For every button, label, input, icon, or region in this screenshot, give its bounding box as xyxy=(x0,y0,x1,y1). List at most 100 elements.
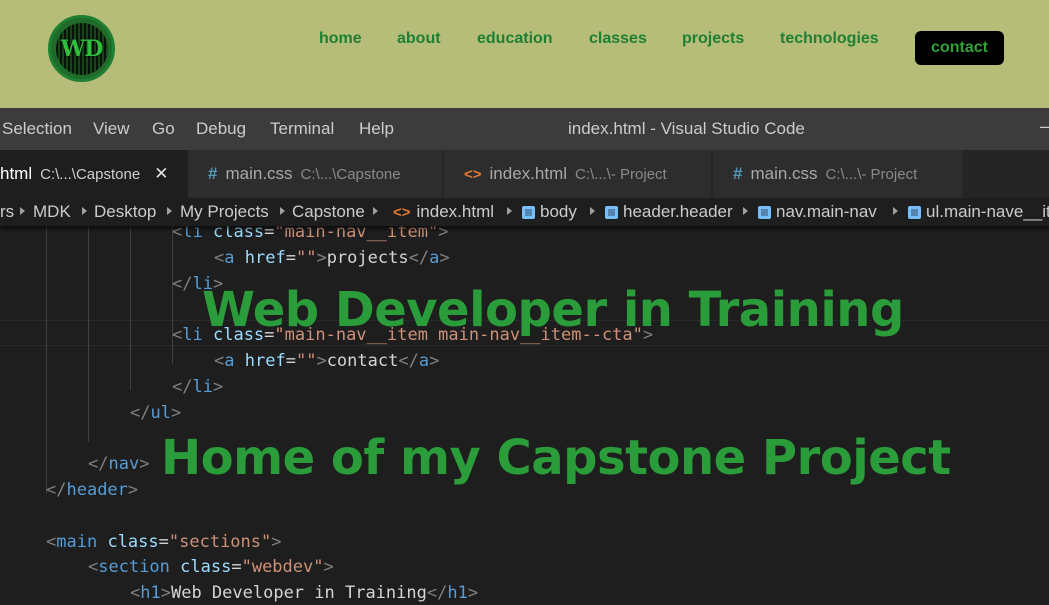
breadcrumb-label: body xyxy=(540,202,577,221)
tab-index-html-capstone[interactable]: html C:\...\Capstone ✕ xyxy=(0,150,190,198)
menu-go[interactable]: Go xyxy=(152,119,175,139)
code-line[interactable]: </header> xyxy=(46,477,138,503)
tab-label: index.html xyxy=(489,164,568,183)
chevron-right-icon xyxy=(373,207,378,215)
nav-link-home[interactable]: home xyxy=(319,30,362,48)
tab-main-css-project[interactable]: # main.css C:\...\- Project xyxy=(713,150,963,198)
code-token: Web Developer in Training xyxy=(170,583,427,604)
code-token: projects xyxy=(326,247,409,268)
code-token: main xyxy=(56,531,98,552)
code-token: header xyxy=(66,480,128,500)
breadcrumb-item[interactable]: Capstone xyxy=(292,202,365,222)
code-token: </ xyxy=(46,480,67,500)
site-header: WD home about education classes projects… xyxy=(0,0,1049,108)
chevron-right-icon xyxy=(167,207,172,215)
code-token: ul xyxy=(150,402,171,423)
contact-button[interactable]: contact xyxy=(915,31,1004,65)
tab-path: C:\...\- Project xyxy=(825,165,918,183)
hero-title: Web Developer in Training xyxy=(202,282,904,338)
nav-link-projects[interactable]: projects xyxy=(682,30,744,48)
breadcrumb-element[interactable]: header.header xyxy=(605,202,733,222)
code-token: </ xyxy=(172,273,193,294)
code-token: </ xyxy=(172,376,193,397)
tab-index-html-project[interactable]: <> index.html C:\...\- Project xyxy=(444,150,712,198)
breadcrumb-item[interactable]: rs xyxy=(0,202,14,222)
code-token: nav xyxy=(108,454,140,475)
code-token: a xyxy=(224,351,235,371)
nav-link-about[interactable]: about xyxy=(397,30,441,48)
breadcrumb-element[interactable]: ul.main-nave__it xyxy=(908,202,1049,222)
code-token: class xyxy=(212,226,265,242)
code-token: > xyxy=(316,247,327,268)
code-token: li xyxy=(182,226,203,242)
chevron-right-icon xyxy=(893,207,898,215)
code-token: class xyxy=(107,531,159,552)
html-icon: <> xyxy=(464,165,482,183)
breadcrumb-label: header.header xyxy=(623,202,733,221)
code-token: a xyxy=(418,351,430,371)
nav-link-classes[interactable]: classes xyxy=(589,30,647,48)
tab-label: html xyxy=(0,164,33,183)
code-token: > xyxy=(271,531,282,552)
menu-selection[interactable]: Selection xyxy=(2,119,72,139)
code-line[interactable]: <section class="webdev"> xyxy=(88,554,334,580)
code-token: = xyxy=(285,247,296,268)
element-cube-icon xyxy=(605,205,618,219)
nav-link-education[interactable]: education xyxy=(477,30,553,48)
tab-label: main.css xyxy=(750,164,818,183)
code-line[interactable]: <li class="main-nav__item"> xyxy=(172,226,448,245)
indent-guide xyxy=(88,226,89,442)
chevron-right-icon xyxy=(280,207,285,215)
tab-main-css-capstone[interactable]: # main.css C:\...\Capstone xyxy=(188,150,443,198)
code-line[interactable]: </nav> xyxy=(88,451,149,477)
close-icon[interactable]: ✕ xyxy=(154,164,168,184)
menu-view[interactable]: View xyxy=(93,119,130,139)
chevron-right-icon xyxy=(82,207,87,215)
logo[interactable]: WD xyxy=(48,15,115,82)
tab-path: C:\...\- Project xyxy=(575,165,667,183)
code-token: "webdev" xyxy=(241,557,324,578)
code-token: href xyxy=(244,247,286,268)
breadcrumb-label: index.html xyxy=(416,202,495,221)
nav-link-technologies[interactable]: technologies xyxy=(780,30,879,48)
chevron-right-icon xyxy=(743,207,748,215)
breadcrumb-item[interactable]: Desktop xyxy=(94,202,156,222)
code-line[interactable]: </li> xyxy=(172,374,223,400)
element-cube-icon xyxy=(758,205,771,219)
breadcrumb-file[interactable]: <> index.html xyxy=(393,202,494,222)
menu-terminal[interactable]: Terminal xyxy=(270,119,334,139)
code-token: < xyxy=(172,325,183,346)
code-token: > xyxy=(127,480,139,500)
breadcrumb-element[interactable]: nav.main-nav xyxy=(758,202,877,222)
breadcrumb-item[interactable]: MDK xyxy=(33,202,71,222)
code-token: = xyxy=(285,351,296,371)
minimize-icon[interactable]: – xyxy=(1040,116,1049,137)
menu-help[interactable]: Help xyxy=(359,119,394,139)
chevron-right-icon xyxy=(590,207,595,215)
code-token: < xyxy=(46,531,57,552)
code-line[interactable]: <a href="">projects</a> xyxy=(214,245,450,271)
code-line[interactable]: <h1>Web Developer in Training</h1> xyxy=(130,580,478,605)
menu-debug[interactable]: Debug xyxy=(196,119,246,139)
code-token: "" xyxy=(295,351,317,371)
code-token: li xyxy=(182,325,203,346)
tab-path: C:\...\Capstone xyxy=(40,165,141,183)
indent-guide xyxy=(130,226,131,390)
code-line[interactable]: <main class="sections"> xyxy=(46,529,282,555)
code-token: "" xyxy=(295,247,317,268)
code-line[interactable]: </ul> xyxy=(130,400,181,426)
breadcrumb-label: ul.main-nave__it xyxy=(926,202,1049,221)
css-icon: # xyxy=(208,164,218,183)
code-token: </ xyxy=(426,583,448,604)
code-line[interactable]: <a href="">contact</a> xyxy=(214,348,439,374)
code-token: > xyxy=(160,583,171,604)
breadcrumb-element[interactable]: body xyxy=(522,202,577,222)
code-token: > xyxy=(212,376,224,397)
code-token: class xyxy=(180,557,232,578)
logo-text: WD xyxy=(60,35,104,62)
breadcrumb-item[interactable]: My Projects xyxy=(180,202,269,222)
indent-guide xyxy=(46,226,47,494)
